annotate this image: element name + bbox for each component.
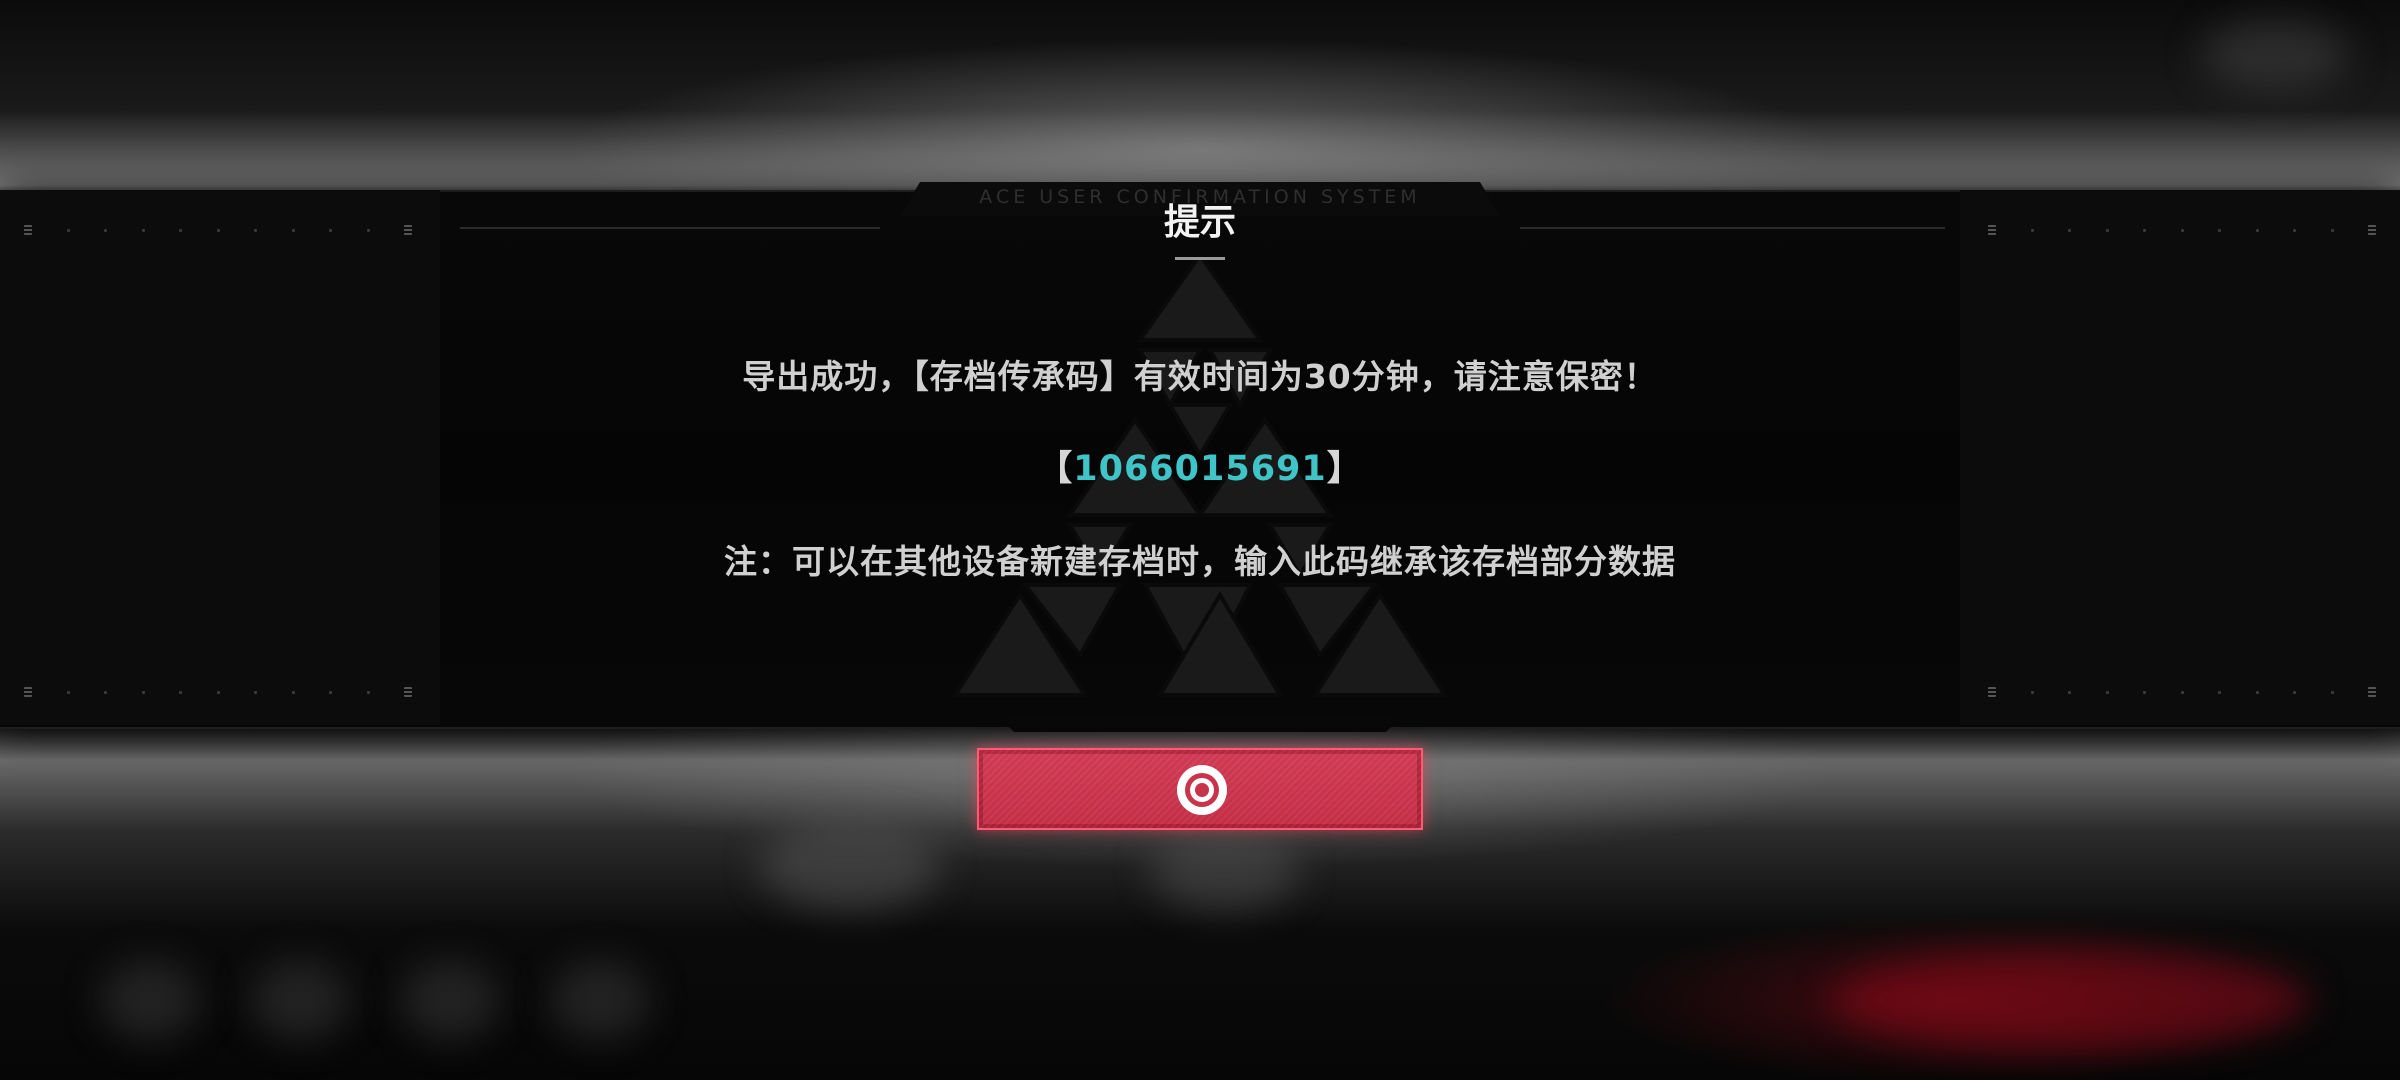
background-blur-shape bbox=[100, 960, 200, 1040]
header-divider-left bbox=[460, 227, 880, 229]
code-close-bracket: 】 bbox=[1326, 449, 1363, 489]
confirm-button[interactable] bbox=[977, 748, 1423, 830]
code-open-bracket: 【 bbox=[1037, 449, 1074, 489]
title-underline bbox=[1175, 257, 1225, 260]
background-blur-shape bbox=[250, 960, 350, 1040]
game-screen: ACE USER CONFIRMATION SYSTEM 提示 导出成功，【存档… bbox=[0, 0, 2400, 1080]
export-success-message: 导出成功，【存档传承码】有效时间为30分钟，请注意保密！ bbox=[742, 357, 1658, 396]
transfer-code-value: 1066015691 bbox=[1073, 449, 1327, 489]
header-divider-right bbox=[1520, 227, 1945, 229]
decorative-dot-row bbox=[24, 686, 412, 698]
background-blur-shape bbox=[550, 960, 650, 1040]
background-blur-shape bbox=[2200, 20, 2350, 90]
circle-confirm-icon bbox=[1177, 765, 1227, 815]
dialog-title: 提示 bbox=[1163, 202, 1236, 243]
dialog-bottom-notch bbox=[1000, 718, 1400, 732]
transfer-code-line: 【1066015691】 bbox=[300, 440, 2100, 491]
background-blur-shape bbox=[1150, 830, 1300, 910]
background-blur-shape bbox=[400, 960, 500, 1040]
decorative-dot-row bbox=[1988, 686, 2376, 698]
background-blur-shape bbox=[1830, 950, 2310, 1050]
decorative-dot-row bbox=[1988, 224, 2376, 236]
transfer-note-message: 注：可以在其他设备新建存档时，输入此码继承该存档部分数据 bbox=[724, 542, 1676, 581]
decorative-dot-row bbox=[24, 224, 412, 236]
background-blur-shape bbox=[760, 820, 940, 910]
